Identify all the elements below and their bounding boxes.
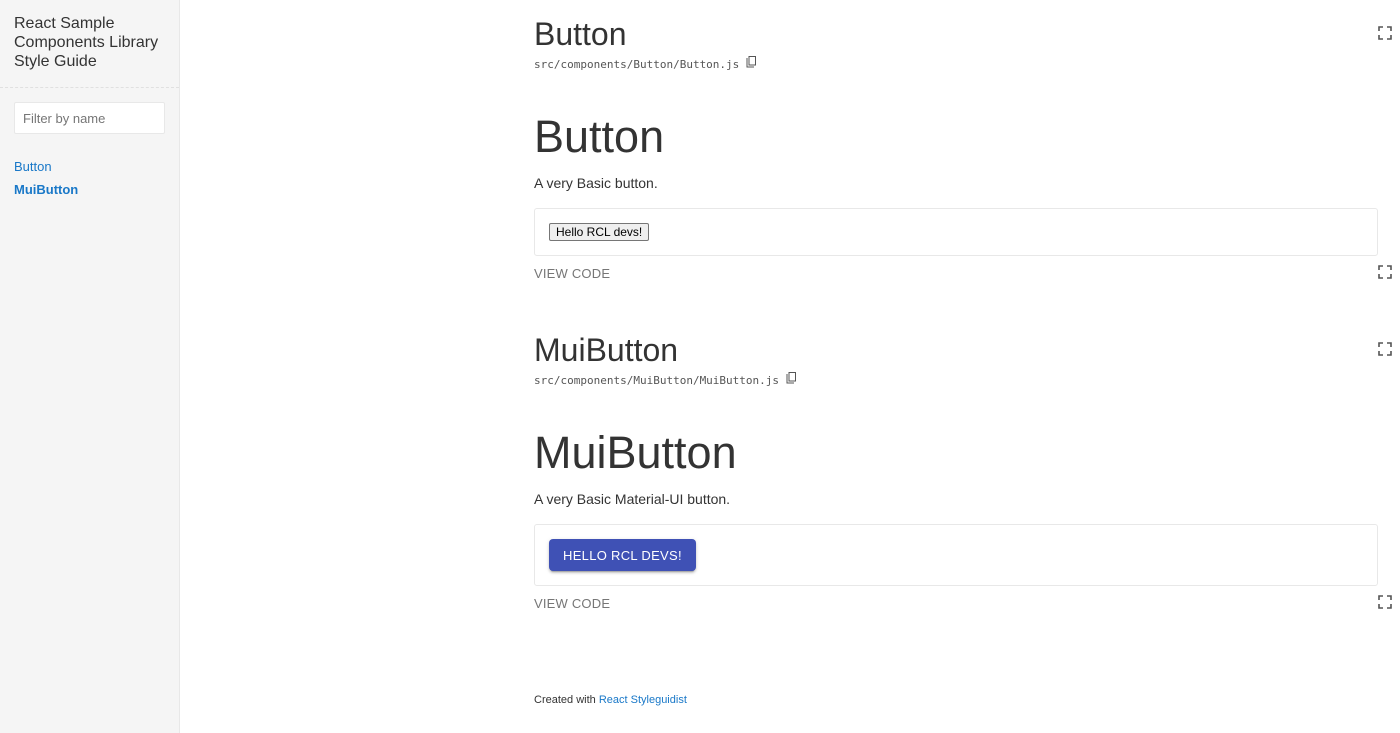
view-code-row: VIEW CODE <box>534 595 1392 613</box>
view-code-button[interactable]: VIEW CODE <box>534 266 610 281</box>
example-button[interactable]: Hello RCL devs! <box>549 223 650 241</box>
styleguidist-link[interactable]: React Styleguidist <box>599 694 687 706</box>
copy-icon[interactable] <box>746 55 757 68</box>
sidebar-title: React Sample Components Library Style Gu… <box>0 0 179 88</box>
component-title[interactable]: Button <box>534 14 1378 54</box>
filter-input[interactable] <box>14 102 165 134</box>
component-path: src/components/MuiButton/MuiButton.js <box>534 374 780 387</box>
sidebar: React Sample Components Library Style Gu… <box>0 0 180 733</box>
example-fullscreen-icon[interactable] <box>1378 265 1392 279</box>
section-button: Button src/components/Button/Button.js B… <box>534 0 1392 283</box>
sidebar-item-muibutton[interactable]: MuiButton <box>14 178 165 201</box>
fullscreen-icon[interactable] <box>1378 26 1392 40</box>
sidebar-link-button[interactable]: Button <box>14 159 52 174</box>
component-description: A very Basic button. <box>534 175 658 191</box>
path-row: src/components/Button/Button.js <box>534 55 1378 71</box>
fullscreen-icon[interactable] <box>1378 342 1392 356</box>
example-preview: HELLO RCL DEVS! <box>534 524 1378 586</box>
example-fullscreen-icon[interactable] <box>1378 595 1392 609</box>
component-title[interactable]: MuiButton <box>534 330 1378 370</box>
filter-wrapper <box>0 88 179 134</box>
footer: Created with React Styleguidist <box>534 694 687 706</box>
example-preview: Hello RCL devs! <box>534 208 1378 256</box>
view-code-button[interactable]: VIEW CODE <box>534 596 610 611</box>
example-mui-button[interactable]: HELLO RCL DEVS! <box>549 539 696 571</box>
component-description: A very Basic Material-UI button. <box>534 491 731 507</box>
component-nav: Button MuiButton <box>0 134 179 201</box>
section-muibutton: MuiButton src/components/MuiButton/MuiBu… <box>534 330 1392 613</box>
copy-icon[interactable] <box>786 371 797 384</box>
footer-prefix: Created with <box>534 694 596 706</box>
view-code-row: VIEW CODE <box>534 265 1392 283</box>
sidebar-item-button[interactable]: Button <box>14 155 165 178</box>
component-path: src/components/Button/Button.js <box>534 58 740 71</box>
main-content: Button src/components/Button/Button.js B… <box>534 0 1392 613</box>
path-row: src/components/MuiButton/MuiButton.js <box>534 371 1378 387</box>
doc-title: MuiButton <box>534 427 737 478</box>
sidebar-link-muibutton[interactable]: MuiButton <box>14 182 78 197</box>
doc-title: Button <box>534 111 665 162</box>
